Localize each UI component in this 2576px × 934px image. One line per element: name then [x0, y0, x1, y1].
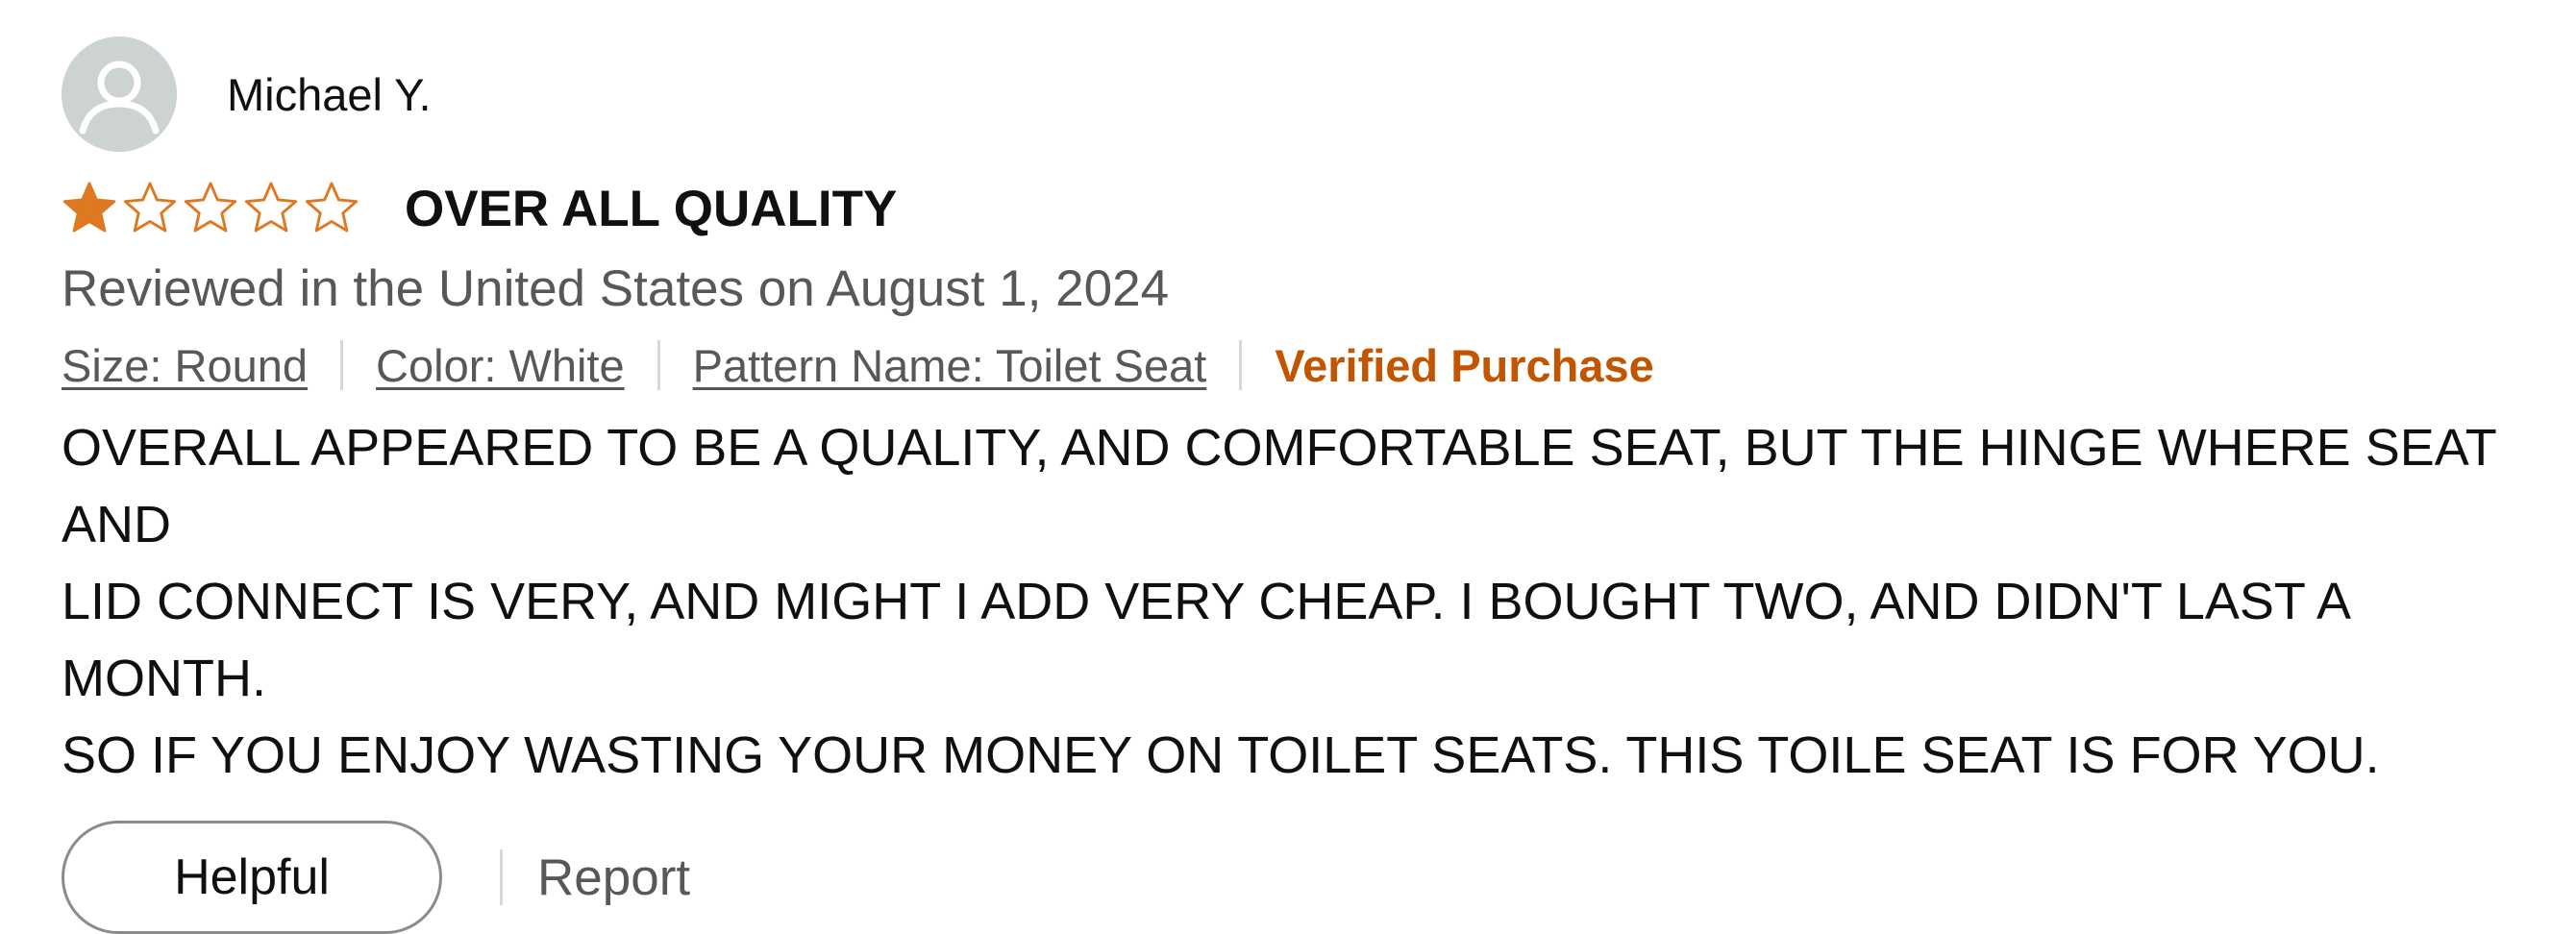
review-title[interactable]: OVER ALL QUALITY — [405, 180, 897, 238]
variant-size-link[interactable]: Size: Round — [62, 339, 308, 392]
default-user-icon — [62, 37, 177, 152]
review-body: OVERALL APPEARED TO BE A QUALITY, AND CO… — [62, 419, 2496, 784]
divider — [1239, 340, 1243, 390]
star-empty-icon — [305, 182, 359, 233]
star-filled-icon — [62, 182, 116, 233]
divider — [500, 849, 503, 905]
review-actions: Helpful Report — [62, 821, 2561, 934]
star-rating[interactable] — [62, 181, 364, 236]
report-link[interactable]: Report — [537, 848, 690, 907]
divider — [656, 340, 660, 390]
variant-info: Size: Round Color: White Pattern Name: T… — [62, 334, 2561, 396]
helpful-button[interactable]: Helpful — [62, 821, 442, 934]
star-empty-icon — [244, 182, 298, 233]
divider — [340, 340, 344, 390]
reviewer-name: Michael Y. — [227, 68, 432, 120]
star-empty-icon — [123, 182, 177, 233]
variant-pattern-link[interactable]: Pattern Name: Toilet Seat — [693, 339, 1207, 392]
rating-title-row: OVER ALL QUALITY — [62, 177, 2561, 240]
star-empty-icon — [184, 182, 237, 233]
reviewer-profile[interactable]: Michael Y. — [62, 37, 2561, 152]
review-date: Reviewed in the United States on August … — [62, 260, 1170, 317]
customer-review: Michael Y. OVER ALL QUALITY Reviewed in … — [62, 37, 2561, 934]
variant-color-link[interactable]: Color: White — [376, 339, 625, 392]
verified-purchase-badge: Verified Purchase — [1275, 339, 1654, 391]
